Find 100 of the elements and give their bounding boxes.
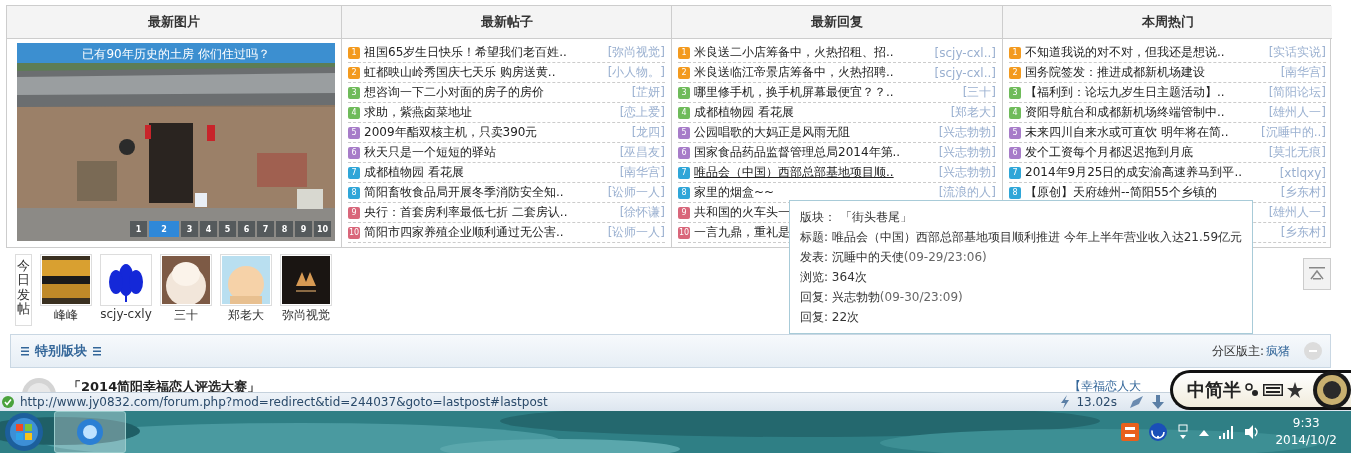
signal-icon — [1219, 425, 1236, 439]
post-link[interactable]: 【原创】天府雄州--简阳55个乡镇的 — [1025, 184, 1217, 201]
post-link[interactable]: 米良送临江帝景店筹备中，火热招聘.. — [694, 64, 894, 81]
download-icon — [1151, 395, 1165, 409]
page-button[interactable]: 8 — [276, 221, 293, 237]
post-link[interactable]: 哪里修手机，换手机屏幕最便宜？？.. — [694, 84, 894, 101]
tooltip-line: 回复: 兴志勃勃(09-30/23:09) — [800, 289, 964, 306]
rank-badge: 3 — [1009, 86, 1021, 99]
menu-icon — [21, 346, 29, 356]
rank-badge: 4 — [348, 106, 360, 119]
rank-badge: 7 — [1009, 166, 1021, 179]
collapse-icon — [1304, 342, 1322, 360]
post-link[interactable]: 不知道我说的对不对，但我还是想说.. — [1025, 44, 1225, 61]
post-link[interactable]: 央行：首套房利率最低七折 二套房认.. — [364, 204, 568, 221]
post-link[interactable]: 家里的烟盒~~ — [694, 184, 775, 201]
post-link[interactable]: 发个工资每个月都迟迟拖到月底 — [1025, 144, 1193, 161]
rank-badge: 8 — [678, 186, 690, 199]
page-button[interactable]: 9 — [295, 221, 312, 237]
taskbar-button[interactable] — [54, 411, 126, 453]
status-url: http://www.jy0832.com/forum.php?mod=redirect&tid=244037&goto=lastpost#lastpost — [20, 395, 548, 409]
rank-badge: 5 — [678, 126, 690, 139]
post-link[interactable]: 米良送二小店筹备中，火热招租、招.. — [694, 44, 894, 61]
post-link[interactable]: 2009年酯双核主机，只卖390元 — [364, 124, 538, 141]
rank-badge: 6 — [1009, 146, 1021, 159]
rank-badge: 1 — [1009, 46, 1021, 59]
post-link[interactable]: 求助，紫燕卤菜地址 — [364, 104, 472, 121]
menu-icon — [93, 346, 101, 356]
rank-badge: 4 — [1009, 106, 1021, 119]
browser-icon — [76, 418, 104, 446]
column-header: 最新回复 — [671, 6, 1002, 39]
user-link[interactable]: 三十 — [174, 307, 198, 324]
rank-badge: 8 — [1009, 186, 1021, 199]
user-link[interactable]: 峰峰 — [54, 307, 78, 324]
column-header: 本周热门 — [1002, 6, 1332, 39]
rank-badge: 5 — [348, 126, 360, 139]
tooltip-line: 版块： 「街头巷尾」 — [800, 209, 913, 226]
rank-badge: 2 — [678, 66, 690, 79]
post-link[interactable]: 祖国65岁生日快乐！希望我们老百姓.. — [364, 44, 567, 61]
tooltip-line: 发表: 沉睡中的天使(09-29/23:06) — [800, 249, 988, 266]
page-button[interactable]: 3 — [181, 221, 198, 237]
back-to-top-button[interactable] — [1303, 258, 1331, 290]
rank-badge: 7 — [348, 166, 360, 179]
expand-icon — [1199, 428, 1210, 436]
user-link[interactable]: 郑老大 — [228, 307, 264, 324]
rank-badge: 4 — [678, 106, 690, 119]
rank-badge: 10 — [348, 226, 360, 239]
post-link[interactable]: 国家食品药品监督管理总局2014年第.. — [694, 144, 901, 161]
page-button[interactable]: 5 — [219, 221, 236, 237]
post-link[interactable]: 资阳导航台和成都新机场终端管制中.. — [1025, 104, 1225, 121]
today-posts-label: 今日发帖 — [15, 254, 32, 326]
rank-badge: 3 — [348, 86, 360, 99]
post-link[interactable]: 虹都映山岭秀国庆七天乐 购房送黄.. — [364, 64, 556, 81]
column-header: 最新帖子 — [341, 6, 671, 39]
post-link[interactable]: 唯品会（中国）西部总部基地项目顺.. — [694, 164, 894, 181]
rank-badge: 2 — [1009, 66, 1021, 79]
input-mode-text[interactable]: 中简半 — [1187, 378, 1241, 402]
rank-badge: 9 — [678, 206, 690, 219]
moderator-link[interactable]: 疯猪 — [1266, 342, 1290, 360]
latest-post-link[interactable]: 【幸福恋人大 — [1069, 378, 1141, 392]
rank-badge: 1 — [678, 46, 690, 59]
rank-badge: 10 — [678, 226, 690, 239]
post-link[interactable]: 国务院签发：推进成都新机场建设 — [1025, 64, 1205, 81]
rank-badge: 7 — [678, 166, 690, 179]
post-link[interactable]: 一言九鼎，重礼是 — [694, 224, 790, 241]
pen-icon — [1129, 395, 1145, 409]
check-icon — [2, 396, 14, 408]
moderator-label: 分区版主: — [1211, 342, 1264, 360]
punctuation-icon — [1245, 383, 1259, 397]
rank-badge: 9 — [348, 206, 360, 219]
post-link[interactable]: 共和国的火车头一 — [694, 204, 790, 221]
page-button[interactable]: 1 — [130, 221, 147, 237]
rank-badge: 6 — [348, 146, 360, 159]
load-time: 13.02s — [1076, 395, 1117, 409]
post-link[interactable]: 【福利到：论坛九岁生日主题活动】.. — [1025, 84, 1225, 101]
rank-badge: 1 — [348, 46, 360, 59]
post-link[interactable]: 公园唱歌的大妈正是风雨无阻 — [694, 124, 850, 141]
start-icon — [4, 412, 44, 452]
slide-caption: 已有90年历史的土房 你们住过吗？ — [81, 46, 271, 63]
rank-badge: 5 — [1009, 126, 1021, 139]
section-title: 特别版块 — [35, 342, 87, 360]
page-button[interactable]: 2 — [149, 221, 179, 237]
tooltip-line: 浏览: 364次 — [800, 269, 868, 286]
user-link[interactable]: scjy-cxly — [100, 307, 152, 321]
post-link[interactable]: 想咨询一下二小对面的房子的房价 — [364, 84, 544, 101]
post-link[interactable]: 成都植物园 看花展 — [694, 104, 794, 121]
page-button[interactable]: 4 — [200, 221, 217, 237]
post-link[interactable]: 未来四川自来水或可直饮 明年将在简.. — [1025, 124, 1229, 141]
post-link[interactable]: 成都植物园 看花展 — [364, 164, 464, 181]
post-link[interactable]: 简阳市四家养殖企业顺利通过无公害.. — [364, 224, 564, 241]
star-icon — [1287, 382, 1303, 398]
rank-badge: 8 — [348, 186, 360, 199]
page-button[interactable]: 6 — [238, 221, 255, 237]
user-link[interactable]: 弥尚视觉 — [282, 307, 330, 324]
page-button[interactable]: 7 — [257, 221, 274, 237]
post-link[interactable]: 2014年9月25日的成安渝高速养马到平.. — [1025, 164, 1243, 181]
post-link[interactable]: 秋天只是一个短短的驿站 — [364, 144, 496, 161]
back-to-top-icon — [1309, 267, 1325, 281]
post-link[interactable]: 简阳畜牧食品局开展冬季消防安全知.. — [364, 184, 564, 201]
tooltip-line: 回复: 22次 — [800, 309, 861, 326]
page-button[interactable]: 10 — [314, 221, 331, 237]
